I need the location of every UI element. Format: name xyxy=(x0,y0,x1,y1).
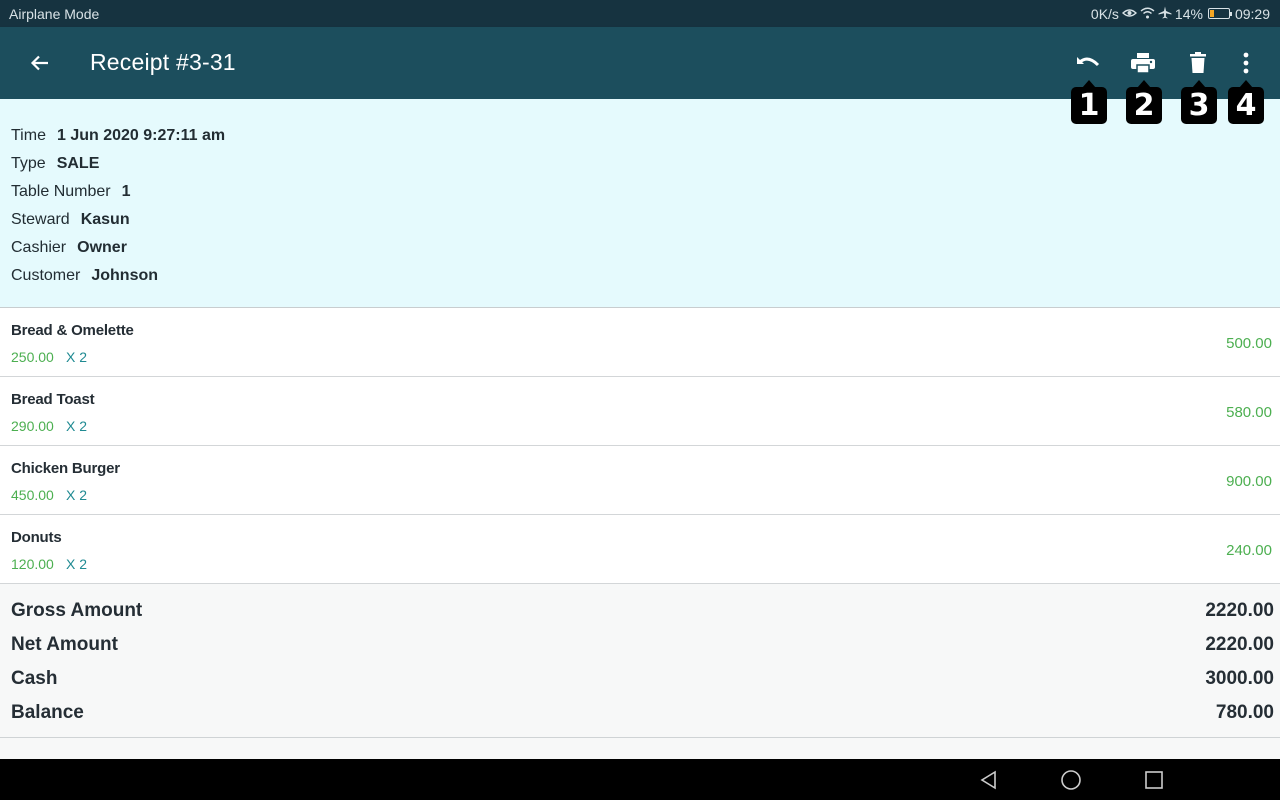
item-price: 290.00 xyxy=(11,418,54,434)
receipt-info-panel: Time 1 Jun 2020 9:27:11 am Type SALE Tab… xyxy=(0,99,1280,308)
item-qty: X 2 xyxy=(66,349,88,365)
battery-icon xyxy=(1207,8,1232,19)
status-icons: 0K/s 14% 09:29 xyxy=(1091,6,1270,22)
summary-label: Balance xyxy=(11,702,84,723)
nav-home-button[interactable] xyxy=(1058,767,1084,793)
circle-home-icon xyxy=(1061,770,1081,790)
info-value: SALE xyxy=(56,155,100,172)
item-total: 500.00 xyxy=(1226,335,1272,352)
item-qty: X 2 xyxy=(66,487,88,503)
annotation-badge-4: 4 xyxy=(1228,80,1264,124)
status-bar: Airplane Mode 0K/s 14% 09:29 xyxy=(0,0,1280,27)
item-price: 450.00 xyxy=(11,487,54,503)
info-label: Customer xyxy=(11,267,81,284)
summary-value: 2220.00 xyxy=(1205,634,1274,655)
back-button[interactable] xyxy=(22,45,58,81)
print-button[interactable] xyxy=(1125,45,1161,81)
trash-icon xyxy=(1190,52,1206,73)
list-item[interactable]: Bread & Omelette 250.00 X 2 500.00 xyxy=(0,308,1280,377)
info-row-type: Type SALE xyxy=(0,150,1280,178)
summary-label: Cash xyxy=(11,668,58,689)
summary-row-net-amount: Net Amount 2220.00 xyxy=(0,628,1280,662)
list-item[interactable]: Chicken Burger 450.00 X 2 900.00 xyxy=(0,446,1280,515)
info-row-customer: Customer Johnson xyxy=(0,262,1280,290)
annotation-badge-1: 1 xyxy=(1071,80,1107,124)
more-vertical-icon xyxy=(1243,52,1249,74)
summary-row-cash: Cash 3000.00 xyxy=(0,662,1280,696)
item-name: Donuts xyxy=(11,529,62,546)
nav-recents-button[interactable] xyxy=(1141,767,1167,793)
info-label: Cashier xyxy=(11,239,67,256)
info-label: Table Number xyxy=(11,183,111,200)
triangle-back-icon xyxy=(980,770,996,790)
summary-row-balance: Balance 780.00 xyxy=(0,696,1280,730)
item-name: Chicken Burger xyxy=(11,460,120,477)
eye-comfort-icon xyxy=(1121,6,1137,22)
info-value: Owner xyxy=(77,239,127,256)
item-total: 240.00 xyxy=(1226,542,1272,559)
info-label: Time xyxy=(11,127,46,144)
summary-row-gross-amount: Gross Amount 2220.00 xyxy=(0,594,1280,628)
item-total: 580.00 xyxy=(1226,404,1272,421)
receipt-summary: Gross Amount 2220.00 Net Amount 2220.00 … xyxy=(0,585,1280,738)
list-item[interactable]: Donuts 120.00 X 2 240.00 xyxy=(0,515,1280,584)
undo-button[interactable] xyxy=(1070,45,1106,81)
airplane-mode-text: Airplane Mode xyxy=(9,5,100,22)
summary-label: Gross Amount xyxy=(11,600,143,621)
item-name: Bread & Omelette xyxy=(11,322,134,339)
item-name: Bread Toast xyxy=(11,391,95,408)
square-recents-icon xyxy=(1145,771,1163,789)
wifi-icon xyxy=(1140,6,1155,22)
item-price: 120.00 xyxy=(11,556,54,572)
arrow-left-icon xyxy=(30,55,48,71)
net-speed: 0K/s xyxy=(1090,5,1119,22)
receipt-items-list: Bread & Omelette 250.00 X 2 500.00 Bread… xyxy=(0,308,1280,584)
item-qty: X 2 xyxy=(66,418,88,434)
summary-label: Net Amount xyxy=(11,634,118,655)
annotation-badge-2: 2 xyxy=(1126,80,1162,124)
airplane-icon xyxy=(1158,6,1172,22)
delete-button[interactable] xyxy=(1180,45,1216,81)
info-row-cashier: Cashier Owner xyxy=(0,234,1280,262)
print-icon xyxy=(1131,53,1155,74)
info-value: 1 Jun 2020 9:27:11 am xyxy=(56,127,226,144)
system-nav-bar xyxy=(0,759,1280,800)
info-value: Kasun xyxy=(80,211,130,228)
summary-value: 3000.00 xyxy=(1205,668,1274,689)
annotation-badge-3: 3 xyxy=(1181,80,1217,124)
item-price: 250.00 xyxy=(11,349,54,365)
info-row-time: Time 1 Jun 2020 9:27:11 am xyxy=(0,122,1280,150)
battery-percent: 14% xyxy=(1174,5,1203,22)
page-title: Receipt #3-31 xyxy=(90,49,236,75)
info-row-table-number: Table Number 1 xyxy=(0,178,1280,206)
more-options-button[interactable] xyxy=(1228,45,1264,81)
summary-value: 780.00 xyxy=(1215,702,1274,723)
list-item[interactable]: Bread Toast 290.00 X 2 580.00 xyxy=(0,377,1280,446)
summary-value: 2220.00 xyxy=(1205,600,1274,621)
item-qty: X 2 xyxy=(66,556,88,572)
undo-icon xyxy=(1077,57,1100,67)
item-total: 900.00 xyxy=(1226,473,1272,490)
clock: 09:29 xyxy=(1234,5,1270,22)
nav-back-button[interactable] xyxy=(976,767,1002,793)
info-value: 1 xyxy=(121,183,131,200)
info-value: Johnson xyxy=(91,267,159,284)
info-label: Steward xyxy=(11,211,70,228)
info-label: Type xyxy=(11,155,46,172)
info-row-steward: Steward Kasun xyxy=(0,206,1280,234)
